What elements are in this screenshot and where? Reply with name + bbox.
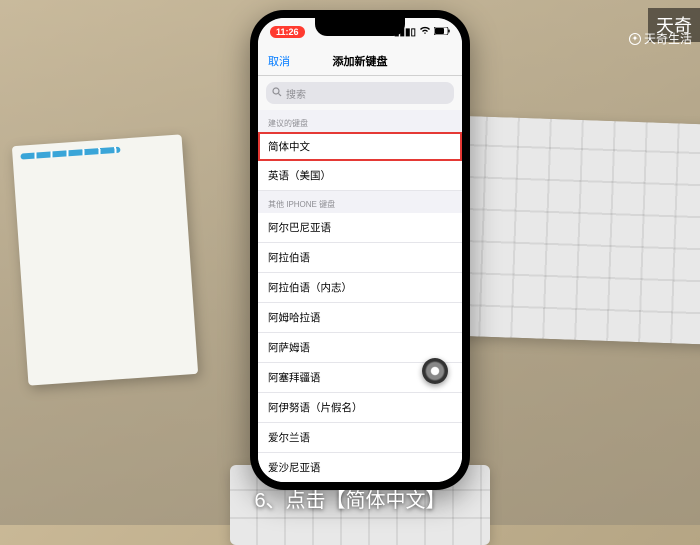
watermark-text: 天奇生活 xyxy=(644,30,692,47)
wifi-icon xyxy=(419,26,431,38)
section-header-other: 其他 IPHONE 键盘 xyxy=(258,191,462,213)
assistive-touch-button[interactable] xyxy=(422,358,448,384)
list-item[interactable]: 阿拉伯语 xyxy=(258,243,462,273)
list-item[interactable]: 英语（美国） xyxy=(258,161,462,191)
search-placeholder: 搜索 xyxy=(286,86,306,101)
tutorial-caption: 6、点击【简体中文】 xyxy=(0,484,700,513)
list-item[interactable]: 阿伊努语（片假名） xyxy=(258,393,462,423)
page-title: 添加新键盘 xyxy=(333,53,388,69)
cancel-button[interactable]: 取消 xyxy=(268,53,290,69)
section-header-suggested: 建议的键盘 xyxy=(258,110,462,132)
list-item[interactable]: 爱沙尼亚语 xyxy=(258,453,462,482)
list-item[interactable]: 阿姆哈拉语 xyxy=(258,303,462,333)
watermark-icon: ✦ xyxy=(629,33,641,45)
notch xyxy=(315,18,405,36)
list-item[interactable]: 爱尔兰语 xyxy=(258,423,462,453)
list-item[interactable]: 阿拉伯语（内志） xyxy=(258,273,462,303)
search-container: 搜索 xyxy=(258,76,462,110)
phone-frame: 11:26 ▮▮▮▯ 取消 添加新键盘 搜索 xyxy=(250,10,470,490)
status-time: 11:26 xyxy=(270,26,305,38)
notebook-prop xyxy=(12,134,198,385)
list-item[interactable]: 阿尔巴尼亚语 xyxy=(258,213,462,243)
battery-icon xyxy=(434,27,450,38)
list-item[interactable]: 简体中文 xyxy=(258,132,462,161)
phone-screen: 11:26 ▮▮▮▯ 取消 添加新键盘 搜索 xyxy=(258,18,462,482)
search-input[interactable]: 搜索 xyxy=(266,82,454,104)
keyboard-list[interactable]: 建议的键盘 简体中文 英语（美国） 其他 IPHONE 键盘 阿尔巴尼亚语 阿拉… xyxy=(258,110,462,482)
watermark-logo: ✦ 天奇生活 xyxy=(629,30,692,47)
nav-bar: 取消 添加新键盘 xyxy=(258,46,462,76)
search-icon xyxy=(272,87,282,100)
